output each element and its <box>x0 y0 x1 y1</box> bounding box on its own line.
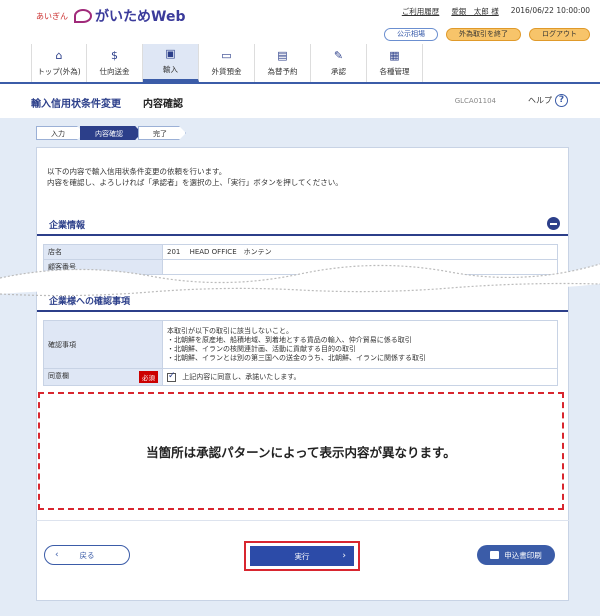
header-buttons: 公示相場 外為取引を終了 ログアウト <box>384 28 590 41</box>
nav-label: 為替予約 <box>267 66 298 76</box>
confirm-line: ・北朝鮮、イランとは別の第三国への送金のうち、北朝鮮、イランに関係する取引 <box>167 353 426 362</box>
confirm-line: ・北朝鮮を原産地、船積地域、到着地とする貨品の輸入、仲介貿易に係る取引 <box>167 335 412 344</box>
logout-button[interactable]: ログアウト <box>529 28 590 41</box>
forward-contract-icon: ▤ <box>277 48 288 62</box>
table-row: 確認事項 本取引が以下の取引に該当しないこと。 ・北朝鮮を原産地、船積地域、到着… <box>43 320 558 369</box>
nav-label: 外貨預金 <box>211 66 242 76</box>
admin-icon: ▦ <box>389 48 400 62</box>
import-icon: ▣ <box>165 47 176 60</box>
user-name[interactable]: 愛銀 太郎 様 <box>451 6 498 17</box>
screen-id: GLCA01104 <box>454 97 496 105</box>
intro-line-1: 以下の内容で輸入信用状条件変更の依頼を行います。 <box>47 167 227 176</box>
company-info-header: 企業情報 <box>37 212 568 236</box>
agree-text: 上記内容に同意し、承諾いたします。 <box>182 373 301 381</box>
confirm-text: 本取引が以下の取引に該当しないこと。 ・北朝鮮を原産地、船積地域、到着地とする貨… <box>162 320 558 369</box>
nav-label: 仕向送金 <box>99 66 130 76</box>
step-complete: 完了 <box>138 126 186 140</box>
intro-text: 以下の内容で輸入信用状条件変更の依頼を行います。 内容を確認し、よろしければ「承… <box>47 166 343 188</box>
help-label: ヘルプ <box>528 96 552 105</box>
agree-cell: 上記内容に同意し、承諾いたします。 <box>162 368 558 386</box>
note-text: 当箇所は承認パターンによって表示内容が異なります。 <box>146 444 456 460</box>
nav-label: 承認 <box>331 66 346 76</box>
nav-item-remittance[interactable]: $ 仕向送金 <box>87 44 143 82</box>
nav-item-admin[interactable]: ▦ 各種管理 <box>367 44 423 82</box>
nav-item-import[interactable]: ▣ 輸入 <box>143 44 199 82</box>
nav-item-deposit[interactable]: ▭ 外貨預金 <box>199 44 255 82</box>
page-title: 輸入信用状条件変更 <box>31 98 121 110</box>
logo[interactable]: あいぎん がいためWeb <box>36 6 185 26</box>
usage-history-link[interactable]: ご利用履歴 <box>402 6 440 17</box>
help-button[interactable]: ヘルプ ? <box>528 94 568 107</box>
confirm-line: 本取引が以下の取引に該当しないこと。 <box>167 326 293 335</box>
end-forex-button[interactable]: 外為取引を終了 <box>446 28 521 41</box>
help-icon: ? <box>555 94 568 107</box>
step-indicator: 入力 内容確認 完了 <box>36 126 182 140</box>
execute-highlight: 実行 › <box>244 541 360 571</box>
page-subtitle: 内容確認 <box>143 98 183 110</box>
footer-buttons: ‹ 戻る 実行 › 申込書印刷 <box>36 520 569 600</box>
confirm-table: 確認事項 本取引が以下の取引に該当しないこと。 ・北朝鮮を原産地、船積地域、到着… <box>43 320 558 386</box>
deposit-icon: ▭ <box>221 48 232 62</box>
nav-item-top[interactable]: ⌂ トップ(外為) <box>31 44 87 82</box>
print-label: 申込書印刷 <box>504 550 542 560</box>
approval-pattern-note: 当箇所は承認パターンによって表示内容が異なります。 <box>38 392 564 510</box>
agree-label-cell: 同意欄 必須 <box>43 368 163 386</box>
home-icon: ⌂ <box>55 48 63 62</box>
execute-button[interactable]: 実行 › <box>250 546 354 566</box>
nav-label: トップ(外為) <box>37 66 81 76</box>
nav-item-forward-contract[interactable]: ▤ 為替予約 <box>255 44 311 82</box>
collapse-icon[interactable] <box>547 217 560 230</box>
table-row: 同意欄 必須 上記内容に同意し、承諾いたします。 <box>43 368 558 386</box>
printer-icon <box>490 551 500 559</box>
agree-label: 同意欄 <box>48 372 69 380</box>
approval-icon: ✎ <box>333 48 344 62</box>
step-input: 入力 <box>36 126 84 140</box>
nav-label: 各種管理 <box>379 66 410 76</box>
nav-divider <box>0 82 600 84</box>
back-button[interactable]: ‹ 戻る <box>44 545 130 565</box>
required-badge: 必須 <box>139 371 158 383</box>
page-tear-divider <box>0 263 600 297</box>
header: あいぎん がいためWeb ご利用履歴 愛銀 太郎 様 2016/06/22 10… <box>0 0 600 50</box>
user-bar: ご利用履歴 愛銀 太郎 様 2016/06/22 10:00:00 <box>402 6 590 17</box>
company-info-title: 企業情報 <box>49 221 86 231</box>
confirm-line: ・北朝鮮、イランの核関連計画、活動に貢献する目的の取引 <box>167 344 356 353</box>
chevron-right-icon: › <box>342 551 346 561</box>
public-rates-button[interactable]: 公示相場 <box>384 28 438 41</box>
brand-name: がいためWeb <box>95 9 186 25</box>
back-label: 戻る <box>79 550 95 560</box>
execute-label: 実行 <box>294 551 310 561</box>
nav-item-approval[interactable]: ✎ 承認 <box>311 44 367 82</box>
print-button[interactable]: 申込書印刷 <box>477 545 555 565</box>
brand-small: あいぎん <box>36 11 68 21</box>
step-confirm: 内容確認 <box>80 126 142 140</box>
global-nav: ⌂ トップ(外為) $ 仕向送金 ▣ 輸入 ▭ 外貨預金 ▤ 為替予約 ✎ 承認… <box>31 44 423 82</box>
timestamp: 2016/06/22 10:00:00 <box>510 6 590 15</box>
logo-mark-icon <box>74 9 92 23</box>
chevron-left-icon: ‹ <box>55 550 59 560</box>
confirm-label: 確認事項 <box>43 320 163 369</box>
intro-line-2: 内容を確認し、よろしければ「承認者」を選択の上、「実行」ボタンを押してください。 <box>47 178 343 187</box>
remittance-icon: $ <box>111 48 118 62</box>
title-bar: 輸入信用状条件変更 内容確認 GLCA01104 ヘルプ ? <box>31 92 576 112</box>
agree-checkbox[interactable] <box>167 371 176 382</box>
nav-label: 輸入 <box>163 65 178 74</box>
